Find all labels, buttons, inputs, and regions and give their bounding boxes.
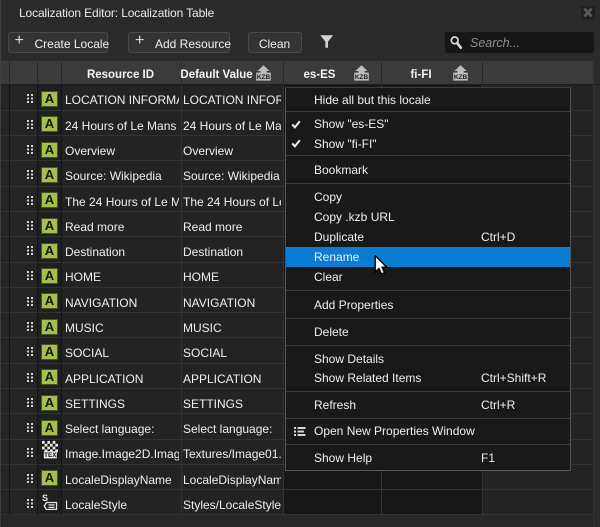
svg-text:TEX: TEX [44,452,57,459]
svg-text:S: S [42,493,48,503]
svg-text:KZB: KZB [256,74,270,81]
svg-text:KZB: KZB [355,74,369,81]
svg-text:KZB: KZB [454,74,468,81]
